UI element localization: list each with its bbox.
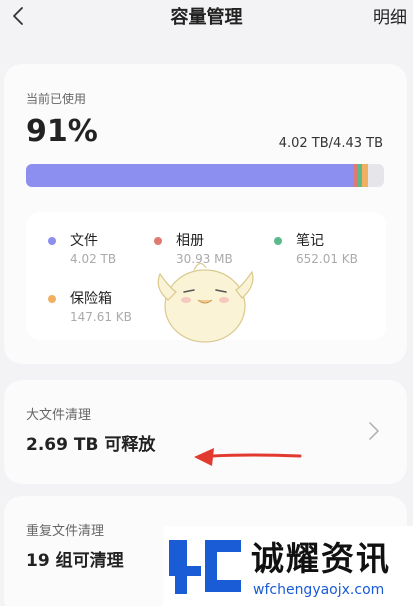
duplicate-cleanup-title: 重复文件清理 (26, 524, 105, 539)
usage-bar-segment (362, 164, 368, 187)
usage-percent: 91% (26, 114, 98, 149)
legend-size: 147.61 KB (70, 310, 132, 324)
legend-name: 相册 (176, 233, 204, 249)
red-dot-icon (154, 237, 162, 245)
orange-dot-icon (48, 295, 56, 303)
big-file-cleanup-value: 2.69 TB 可释放 (26, 435, 156, 455)
usage-amount: 4.02 TB/4.43 TB (278, 136, 383, 151)
green-dot-icon (274, 237, 282, 245)
page-title: 容量管理 (170, 7, 243, 28)
mascot-illustration (157, 262, 254, 343)
big-file-cleanup-title: 大文件清理 (26, 408, 92, 423)
usage-bar-segment (26, 164, 354, 187)
watermark-name: 诚耀资讯 (251, 539, 391, 578)
legend-name: 笔记 (296, 233, 324, 249)
red-arrow-icon (194, 448, 302, 466)
legend-name: 保险箱 (70, 291, 112, 307)
legend-size: 4.02 TB (70, 252, 117, 266)
usage-progress-bar (26, 164, 384, 187)
duplicate-cleanup-value: 19 组可清理 (26, 551, 124, 571)
watermark: 诚耀资讯 wfchengyaojx.com (163, 526, 413, 606)
usage-label: 当前已使用 (26, 92, 87, 106)
legend-name: 文件 (70, 233, 98, 249)
watermark-url: wfchengyaojx.com (253, 582, 385, 598)
watermark-logo-icon (169, 540, 241, 594)
blue-dot-icon (48, 237, 56, 245)
chevron-right-icon (369, 422, 379, 440)
legend-size: 652.01 KB (296, 252, 358, 266)
detail-button[interactable]: 明细 (373, 3, 407, 28)
nav-bar: 容量管理 明细 (0, 0, 413, 40)
